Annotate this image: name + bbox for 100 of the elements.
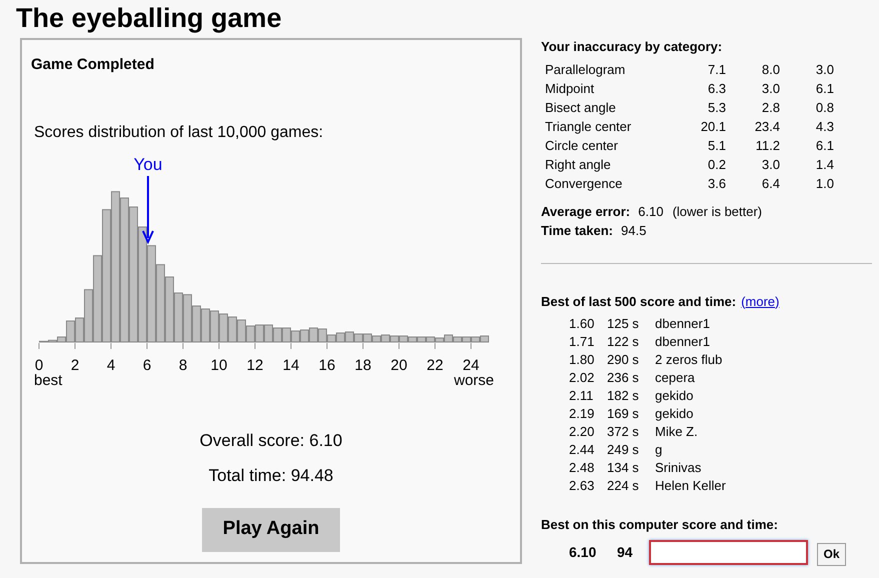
average-error-note: (lower is better) [672, 202, 762, 221]
player-time: 125 s [607, 315, 640, 333]
histogram-bar [345, 331, 354, 342]
table-cell-text: 5.1 [706, 136, 726, 154]
table-cell-text: 0.8 [814, 98, 834, 116]
player-name: 2 zeros flub [655, 351, 722, 369]
histogram-bar [291, 330, 300, 342]
tick-label: 0 [34, 356, 44, 374]
player-score: 1.60 [569, 315, 596, 333]
histogram-bar [300, 329, 309, 342]
axis-label: best [34, 372, 62, 388]
histogram-bar [183, 294, 192, 342]
play-again-button[interactable]: Play Again [202, 508, 340, 552]
table-cell-text: 6.1 [814, 80, 834, 98]
table-cell-text: 6.1 [814, 136, 834, 154]
overall-score: Overall score: 6.10 [200, 430, 342, 452]
category-name: Bisect angle [545, 98, 617, 116]
player-score: 2.44 [569, 441, 596, 459]
time-taken-value: 94.5 [621, 222, 646, 240]
player-name: g [655, 441, 662, 459]
player-name: cepera [655, 369, 695, 387]
axis-label: worse [454, 372, 494, 388]
table-cell-text: 6.3 [706, 80, 726, 98]
ok-button[interactable]: Ok [817, 542, 846, 566]
name-input-field[interactable] [649, 540, 808, 565]
histogram-bar [363, 333, 372, 342]
table-cell-text: 20.1 [700, 118, 726, 136]
player-score: 2.20 [569, 423, 596, 441]
table-cell-text: 1.4 [814, 156, 834, 174]
histogram-bar [246, 325, 255, 342]
player-time: 169 s [607, 405, 640, 423]
player-time: 224 s [607, 477, 640, 495]
tick-label: 6 [142, 356, 152, 374]
histogram-bar [219, 313, 228, 342]
table-cell-text: 3.0 [760, 80, 780, 98]
time-taken-label: Time taken: [541, 222, 614, 240]
player-name: gekido [655, 387, 694, 405]
player-time: 134 s [607, 459, 640, 477]
marker-label: You [134, 154, 162, 174]
player-name: Mike Z. [655, 423, 698, 441]
player-score: 2.19 [569, 405, 596, 423]
section-heading: Best on this computer score and time: [541, 516, 779, 534]
tick-label: 20 [390, 356, 408, 374]
category-name: Convergence [545, 174, 624, 192]
player-time: 249 s [607, 441, 640, 459]
player-name: gekido [655, 405, 694, 423]
table-cell-text: 6.4 [760, 174, 780, 192]
player-score: 1.80 [569, 351, 596, 369]
player-time: 122 s [607, 333, 640, 351]
table-cell-text: 23.4 [754, 118, 780, 136]
player-name: Srinivas [655, 459, 702, 477]
section-heading: Your inaccuracy by category: [541, 38, 724, 56]
category-name: Right angle [545, 156, 612, 174]
average-error-value: 6.10 [638, 202, 664, 220]
histogram-bar [273, 327, 282, 342]
histogram-bar [228, 316, 237, 342]
tick-label: 8 [178, 356, 188, 374]
tick-label: 4 [106, 356, 116, 374]
page-title: The eyeballing game [15, 2, 283, 35]
player-score: 2.63 [569, 477, 596, 495]
table-cell-text: 4.3 [814, 118, 834, 136]
table-cell-text: 3.0 [814, 60, 834, 78]
table-cell-text: 7.1 [706, 60, 726, 78]
best-time: 94 [617, 543, 634, 562]
histogram-bar [201, 308, 210, 342]
chart-caption: Scores distribution of last 10,000 games: [34, 122, 324, 142]
tick-label: 2 [70, 356, 80, 374]
player-name: dbenner1 [655, 333, 710, 351]
tick-label: 16 [318, 356, 336, 374]
category-name: Parallelogram [545, 60, 626, 78]
panel-heading: Game Completed [31, 55, 156, 75]
histogram-bar [210, 310, 219, 342]
table-cell-text: 11.2 [754, 136, 780, 154]
player-score: 2.11 [569, 387, 594, 405]
histogram-bar [237, 319, 246, 342]
tick-label: 14 [282, 356, 300, 374]
tick-label: 12 [246, 356, 264, 374]
table-cell-text: 5.3 [706, 98, 726, 116]
table-cell-text: 3.0 [760, 156, 780, 174]
histogram-bar [354, 333, 363, 342]
player-time: 290 s [607, 351, 640, 369]
category-name: Triangle center [545, 118, 632, 136]
total-time: Total time: 94.48 [208, 465, 334, 487]
table-cell-text: 1.0 [814, 174, 834, 192]
pointer-arrow [142, 176, 154, 244]
table-cell-text: 0.2 [706, 156, 726, 174]
histogram-bar [165, 276, 174, 342]
table-cell-text: 8.0 [760, 60, 780, 78]
more-link[interactable]: (more) [741, 292, 780, 311]
histogram-bar [336, 332, 345, 342]
histogram-bar [192, 305, 201, 342]
table-cell-text: 2.8 [760, 98, 780, 116]
histogram-bar [255, 324, 264, 342]
histogram-bar [282, 327, 291, 342]
section-heading: Best of last 500 score and time: [541, 292, 736, 310]
tick-label: 22 [426, 356, 444, 374]
histogram-bar [174, 292, 183, 342]
player-time: 182 s [607, 387, 640, 405]
player-time: 372 s [607, 423, 640, 441]
player-name: Helen Keller [655, 477, 726, 495]
